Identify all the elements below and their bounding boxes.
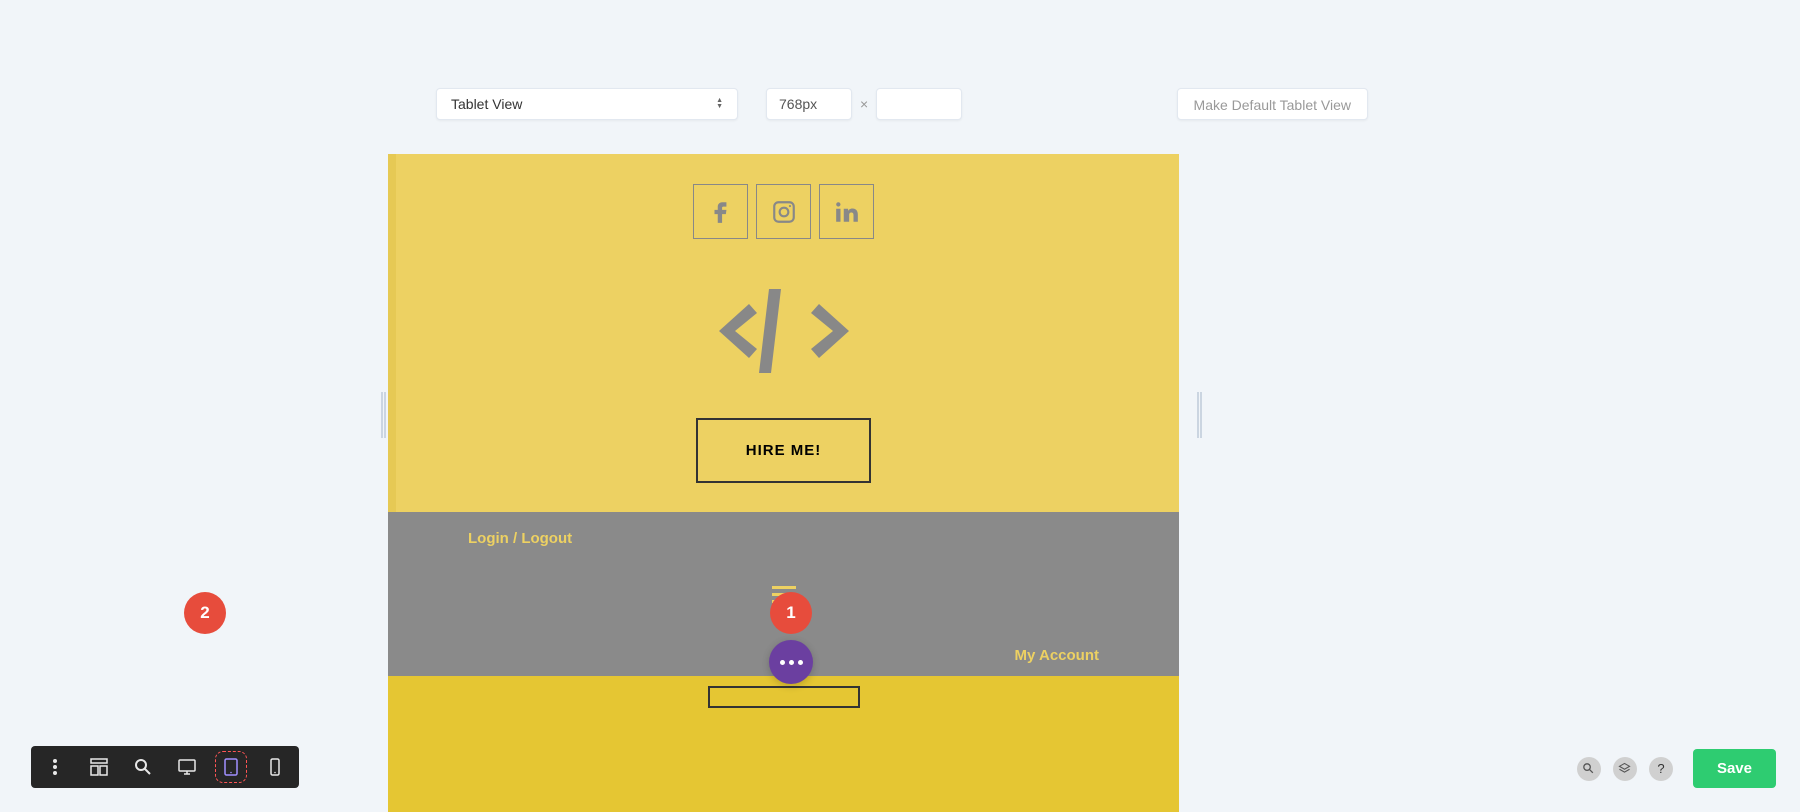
fab-dot <box>780 660 785 665</box>
facebook-icon[interactable] <box>693 184 748 239</box>
hero-section: HIRE ME! <box>388 154 1179 512</box>
my-account-link[interactable]: My Account <box>1015 647 1099 664</box>
bottom-section <box>388 676 1179 812</box>
resize-handle-right[interactable] <box>1192 392 1204 438</box>
tablet-view-icon[interactable] <box>221 757 241 777</box>
fab-dot <box>798 660 803 665</box>
settings-fab-button[interactable] <box>769 640 813 684</box>
height-input[interactable] <box>876 88 962 120</box>
section-accent <box>388 154 396 512</box>
responsive-top-controls: Tablet View ▲▼ × Make Default Tablet Vie… <box>412 88 1392 120</box>
social-icons-row <box>693 184 874 239</box>
layers-icon[interactable] <box>1613 757 1637 781</box>
times-icon: × <box>860 96 868 112</box>
phone-view-icon[interactable] <box>265 757 285 777</box>
wireframe-icon[interactable] <box>89 757 109 777</box>
view-select-label: Tablet View <box>451 96 522 112</box>
zoom-icon[interactable] <box>133 757 153 777</box>
resize-handle-left[interactable] <box>376 392 388 438</box>
annotation-badge-1: 1 <box>770 592 812 634</box>
view-select-dropdown[interactable]: Tablet View ▲▼ <box>436 88 738 120</box>
linkedin-icon[interactable] <box>819 184 874 239</box>
login-logout-link[interactable]: Login / Logout <box>468 530 572 547</box>
width-height-group: × <box>766 88 962 120</box>
builder-bottom-toolbar <box>31 746 299 788</box>
help-icon[interactable]: ? <box>1649 757 1673 781</box>
menu-dots-icon[interactable] <box>45 757 65 777</box>
desktop-view-icon[interactable] <box>177 757 197 777</box>
hire-me-button[interactable]: HIRE ME! <box>696 418 872 483</box>
save-button[interactable]: Save <box>1693 749 1776 788</box>
bottom-button-outline[interactable] <box>708 686 860 708</box>
bottom-right-controls: ? Save <box>1577 749 1776 788</box>
code-logo-icon <box>719 279 849 388</box>
instagram-icon[interactable] <box>756 184 811 239</box>
make-default-button[interactable]: Make Default Tablet View <box>1177 88 1368 120</box>
preview-canvas[interactable]: HIRE ME! Login / Logout My Account <box>388 154 1179 812</box>
search-icon[interactable] <box>1577 757 1601 781</box>
fab-dot <box>789 660 794 665</box>
width-input[interactable] <box>766 88 852 120</box>
select-chevron-icon: ▲▼ <box>716 98 723 110</box>
annotation-badge-2: 2 <box>184 592 226 634</box>
